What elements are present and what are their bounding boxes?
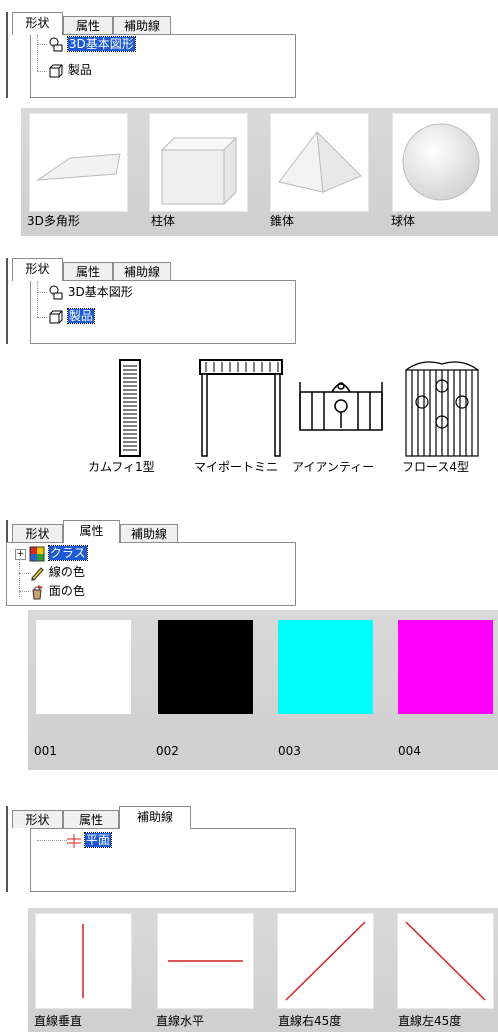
tree-view[interactable]: 3D基本図形 製品 (30, 34, 296, 98)
shapes-icon (48, 37, 64, 53)
thumb-myport-mini[interactable] (198, 358, 284, 458)
thumb-caption: 003 (278, 744, 301, 758)
thumbnail-strip-shapes: 3D多角形 柱体 錐体 球体 (21, 108, 498, 236)
thumb-caption: 直線右45度 (278, 1014, 342, 1028)
shapes-icon (48, 285, 64, 301)
tab-panel-4: 形状 属性 補助線 平面 (6, 806, 296, 892)
cube-icon (48, 309, 64, 325)
color-swatch-003[interactable] (278, 620, 373, 714)
thumb-caption: アイアンティー (292, 460, 375, 472)
tree-item-label: クラス (47, 545, 88, 561)
thumb-line-left-45[interactable] (398, 914, 493, 1008)
tree-item-line-color[interactable]: 線の色 (29, 564, 85, 581)
panel-edge (6, 12, 8, 98)
thumb-caption: マイポートミニ (194, 460, 279, 474)
thumbnail-strip-guide-lines: 直線垂直 直線水平 直線右45度 直線左45度 (28, 908, 498, 1032)
tree-item-label: 平面 (83, 832, 112, 848)
panel-edge (6, 806, 8, 892)
thumb-camfi[interactable] (110, 358, 150, 458)
thumb-caption: 球体 (391, 214, 416, 228)
tab-guide-line[interactable]: 補助線 (119, 806, 191, 829)
thumbnail-strip-products: カムフィ1型 マイポートミニ アイアンティー フロース4型 (80, 352, 498, 482)
tree-item-fill-color[interactable]: 面の色 (29, 583, 85, 599)
thumb-iron-tea[interactable] (296, 358, 386, 458)
expand-toggle[interactable]: + (15, 549, 26, 560)
tab-guide-line[interactable]: 補助線 (120, 524, 178, 542)
tab-shape[interactable]: 形状 (12, 258, 63, 281)
tree-item-label: 線の色 (48, 565, 85, 579)
thumb-caption: 錐体 (270, 214, 295, 228)
thumb-line-horizontal[interactable] (158, 914, 253, 1008)
tab-shape[interactable]: 形状 (12, 524, 63, 542)
thumb-caption: フロース4型 (402, 460, 470, 474)
thumb-caption: 3D多角形 (27, 214, 80, 228)
color-swatch-004[interactable] (398, 620, 493, 714)
tab-guide-line[interactable]: 補助線 (113, 16, 171, 34)
tree-item-class[interactable]: クラス (29, 545, 88, 562)
tree-view[interactable]: 平面 (30, 828, 296, 892)
pencil-icon (29, 565, 45, 581)
thumb-3d-polygon[interactable] (30, 114, 127, 211)
thumb-sphere[interactable] (393, 114, 490, 211)
tab-attribute[interactable]: 属性 (63, 520, 120, 543)
cube-icon (48, 63, 64, 79)
thumb-floss[interactable] (402, 356, 482, 460)
color-swatch-002[interactable] (158, 620, 253, 714)
class-icon (29, 546, 45, 562)
color-swatch-001[interactable] (36, 620, 131, 714)
tab-panel-2: 形状 属性 補助線 3D基本図形 製品 (6, 258, 296, 344)
tab-panel-3: 形状 属性 補助線 + クラス 線の色 面の色 (6, 520, 296, 606)
guide-line-icon (67, 833, 81, 849)
thumb-caption: 001 (34, 744, 57, 758)
tree-item-plane[interactable]: 平面 (67, 832, 112, 849)
tab-panel-1: 形状 属性 補助線 3D基本図形 製品 (6, 12, 296, 98)
thumb-caption: 002 (156, 744, 179, 758)
tree-item-product[interactable]: 製品 (48, 62, 92, 78)
tree-item-label: 3D基本図形 (66, 36, 136, 52)
tree-item-product[interactable]: 製品 (48, 308, 95, 325)
tab-attribute[interactable]: 属性 (63, 262, 113, 280)
tree-item-label: 面の色 (48, 584, 85, 598)
tree-item-3d-basic[interactable]: 3D基本図形 (48, 36, 136, 53)
tree-item-3d-basic[interactable]: 3D基本図形 (48, 284, 133, 300)
panel-edge (6, 258, 8, 344)
tab-shape[interactable]: 形状 (12, 810, 63, 828)
paint-bucket-icon (29, 584, 45, 600)
tree-item-label: 3D基本図形 (67, 285, 133, 299)
thumb-caption: 直線垂直 (34, 1014, 83, 1028)
tab-shape[interactable]: 形状 (12, 12, 63, 35)
thumb-prism[interactable] (150, 114, 247, 211)
thumb-line-vertical[interactable] (36, 914, 131, 1008)
thumb-caption: 004 (398, 744, 421, 758)
tree-view[interactable]: 3D基本図形 製品 (30, 280, 296, 344)
thumb-pyramid[interactable] (271, 114, 368, 211)
tab-attribute[interactable]: 属性 (63, 810, 119, 828)
tab-guide-line[interactable]: 補助線 (113, 262, 171, 280)
tree-view[interactable]: + クラス 線の色 面の色 (6, 542, 296, 606)
thumbnail-strip-colors: 001 002 003 004 (28, 610, 498, 770)
tree-item-label: 製品 (66, 308, 95, 324)
thumb-line-right-45[interactable] (278, 914, 373, 1008)
tree-item-label: 製品 (67, 63, 92, 77)
tab-attribute[interactable]: 属性 (63, 16, 113, 34)
thumb-caption: 柱体 (151, 214, 176, 228)
thumb-caption: カムフィ1型 (88, 460, 155, 474)
thumb-caption: 直線水平 (156, 1014, 205, 1028)
thumb-caption: 直線左45度 (398, 1014, 462, 1028)
